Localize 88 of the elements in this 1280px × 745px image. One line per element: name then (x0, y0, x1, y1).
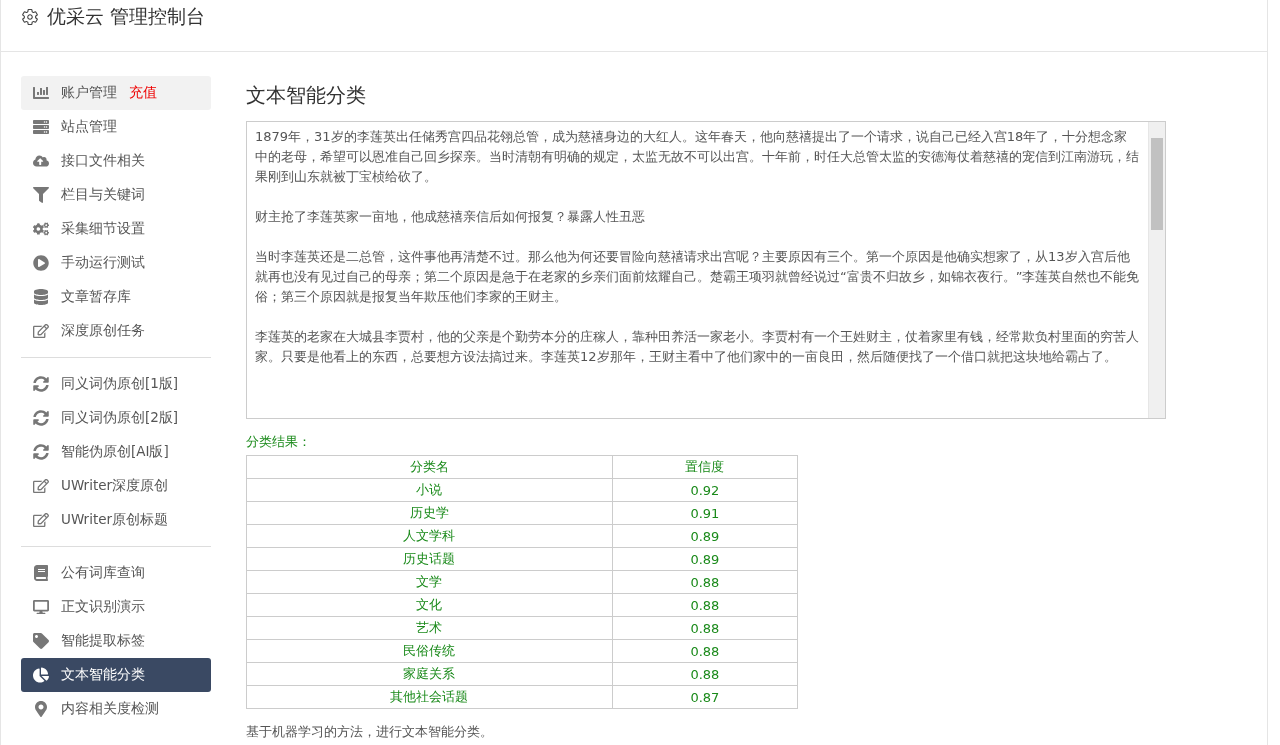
gears-icon (33, 221, 49, 237)
table-cell: 0.89 (612, 524, 798, 548)
table-cell: 家庭关系 (246, 662, 613, 686)
sidebar-item[interactable]: 正文识别演示 (21, 590, 211, 624)
pie-chart-icon (33, 667, 49, 683)
sidebar-item[interactable]: 同义词伪原创[1版] (21, 367, 211, 401)
sidebar-item[interactable]: UWriter原创标题 (21, 503, 211, 537)
table-cell: 0.87 (612, 685, 798, 709)
table-cell: 历史学 (246, 501, 613, 525)
column-header: 置信度 (612, 455, 798, 479)
book-icon (33, 565, 49, 581)
page-title: 文本智能分类 (246, 82, 367, 109)
table-cell: 其他社会话题 (246, 685, 613, 709)
sidebar-item-label: 智能伪原创[AI版] (61, 443, 169, 461)
refresh-icon (33, 376, 49, 392)
result-label: 分类结果： (246, 433, 312, 451)
sidebar-item[interactable]: 栏目与关键词 (21, 178, 211, 212)
sidebar-item[interactable]: 智能提取标签 (21, 624, 211, 658)
edit-icon (33, 323, 49, 339)
sidebar-item-label: 站点管理 (61, 118, 117, 136)
table-cell: 0.89 (612, 547, 798, 571)
sidebar-item[interactable]: 同义词伪原创[2版] (21, 401, 211, 435)
sidebar-item-label: UWriter原创标题 (61, 511, 169, 529)
recharge-link[interactable]: 充值 (129, 84, 157, 102)
sidebar-item-label: 接口文件相关 (61, 152, 145, 170)
text-paragraph: 1879年，31岁的李莲英出任储秀宫四品花翎总管，成为慈禧身边的大红人。这年春天，他向慈禧提出了一个请求，说自己已经入宫18年了，十分想念家中的老母，希望可以恩准自己回乡探亲。当时清朝有明确的规定，太监无故不可以出宫。十年前，时任大总管太监的安德海仗着慈禧的宠信到江南游玩，结果刚到山东就被丁宝桢给砍了。 (255, 128, 1140, 186)
sidebar-item[interactable]: 内容相关度检测 (21, 692, 211, 726)
text-paragraph: 李莲英的老家在大城县李贾村，他的父亲是个勤劳本分的庄稼人，靠种田养活一家老小。李贾村有一个王姓财主，仗着家里有钱，经常欺负村里面的穷苦人家。只要是他看上的东西，总要想方设法搞过来。李莲英12岁那年，王财主看中了他们家中的一亩良田，然后随便找了一个借口就把这块地给霸占了。 (255, 328, 1140, 366)
sidebar-item-label: 采集细节设置 (61, 220, 145, 238)
description-text: 基于机器学习的方法，进行文本智能分类。 (246, 723, 494, 741)
table-cell: 民俗传统 (246, 639, 613, 663)
sidebar-item-label: 栏目与关键词 (61, 186, 145, 204)
sidebar-item[interactable]: 采集细节设置 (21, 212, 211, 246)
sidebar-item[interactable]: 公有词库查询 (21, 556, 211, 590)
edit-icon (33, 512, 49, 528)
cloud-upload-icon (33, 153, 49, 169)
sidebar-item-label: 正文识别演示 (61, 598, 145, 616)
table-cell: 小说 (246, 478, 613, 502)
table-cell: 0.88 (612, 570, 798, 594)
column-header: 分类名 (246, 455, 613, 479)
sidebar-item-label: 手动运行测试 (61, 254, 145, 272)
sidebar-item-label: 文章暂存库 (61, 288, 131, 306)
bar-chart-icon (33, 85, 49, 101)
sidebar-item-label: 内容相关度检测 (61, 700, 159, 718)
table-cell: 人文学科 (246, 524, 613, 548)
filter-icon (33, 187, 49, 203)
table-cell: 0.91 (612, 501, 798, 525)
table-cell: 文化 (246, 593, 613, 617)
table-cell: 0.92 (612, 478, 798, 502)
sidebar-item[interactable]: 账户管理 充值 (21, 76, 211, 110)
sidebar-item[interactable]: 接口文件相关 (21, 144, 211, 178)
sidebar-item[interactable]: UWriter深度原创 (21, 469, 211, 503)
table-cell: 历史话题 (246, 547, 613, 571)
edit-icon (33, 478, 49, 494)
refresh-icon (33, 444, 49, 460)
monitor-icon (33, 599, 49, 615)
sidebar-item-label: 文本智能分类 (61, 666, 145, 684)
settings-icon (21, 7, 39, 26)
sidebar-item-label: 账户管理 (61, 84, 117, 102)
refresh-icon (33, 410, 49, 426)
table-cell: 文学 (246, 570, 613, 594)
table-cell: 0.88 (612, 639, 798, 663)
table-cell: 0.88 (612, 593, 798, 617)
sidebar-item[interactable]: 站点管理 (21, 110, 211, 144)
table-cell: 0.88 (612, 662, 798, 686)
tag-icon (33, 633, 49, 649)
scrollbar[interactable] (1148, 122, 1165, 418)
text-input-area[interactable] (246, 121, 1166, 419)
database-icon (33, 289, 49, 305)
server-icon (33, 119, 49, 135)
table-cell: 0.88 (612, 616, 798, 640)
sidebar-item-label: UWriter深度原创 (61, 477, 169, 495)
sidebar-item-label: 智能提取标签 (61, 632, 145, 650)
sidebar-item-label: 同义词伪原创[2版] (61, 409, 179, 427)
text-paragraph: 财主抢了李莲英家一亩地，他成慈禧亲信后如何报复？暴露人性丑恶 (255, 208, 646, 226)
sidebar-item[interactable]: 智能伪原创[AI版] (21, 435, 211, 469)
sidebar-item[interactable]: 文本智能分类 (21, 658, 211, 692)
table-cell: 艺术 (246, 616, 613, 640)
sidebar-item[interactable]: 文章暂存库 (21, 280, 211, 314)
sidebar-item-label: 同义词伪原创[1版] (61, 375, 179, 393)
sidebar-item[interactable]: 深度原创任务 (21, 314, 211, 348)
sidebar-item-label: 深度原创任务 (61, 322, 145, 340)
sidebar-item-label: 公有词库查询 (61, 564, 145, 582)
map-pin-icon (33, 701, 49, 717)
text-paragraph: 当时李莲英还是二总管，这件事他再清楚不过。那么他为何还要冒险向慈禧请求出宫呢？主要原因有三个。第一个原因是他确实想家了，从13岁入宫后他就再也没有见过自己的母亲；第二个原因是急于在老家的乡亲们面前炫耀自己。楚霸王项羽就曾经说过“富贵不归故乡，如锦衣夜行。”李莲英自然也不能免俗；第三个原因就是报复当年欺压他们李家的王财主。 (255, 248, 1140, 306)
play-icon (33, 255, 49, 271)
sidebar-item[interactable]: 手动运行测试 (21, 246, 211, 280)
console-title: 优采云 管理控制台 (47, 3, 206, 29)
